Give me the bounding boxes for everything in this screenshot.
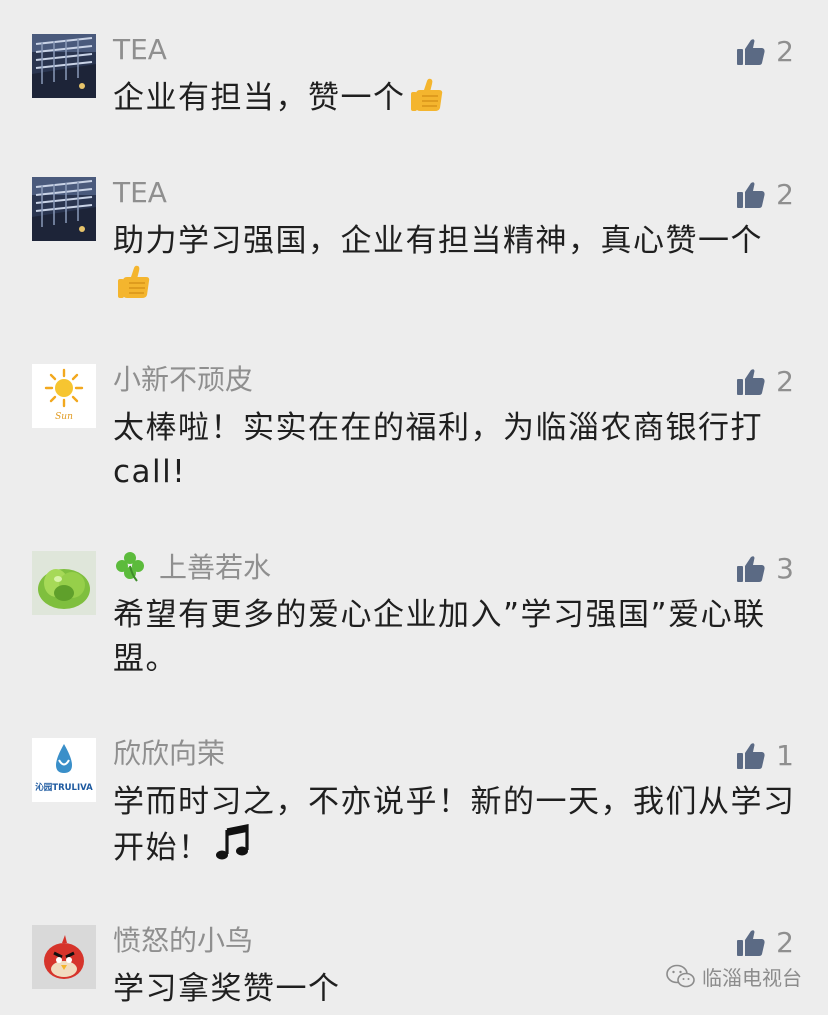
music-note-emoji — [213, 824, 253, 876]
thumbs-up-icon — [737, 182, 765, 208]
nickname: TEA — [113, 176, 167, 209]
like-button[interactable]: 2 — [736, 177, 794, 213]
like-count: 3 — [776, 552, 794, 585]
avatar[interactable] — [32, 551, 96, 615]
like-count: 2 — [776, 926, 794, 959]
nickname: 上善若水 — [159, 551, 272, 584]
avatar[interactable] — [32, 34, 96, 98]
comment-text: 太棒啦！实实在在的福利，为临淄农商银行打call! — [113, 410, 763, 490]
like-button[interactable]: 1 — [736, 738, 794, 774]
clover-icon — [113, 551, 147, 584]
thumbs-up-emoji — [408, 76, 446, 126]
like-count: 2 — [776, 178, 794, 211]
thumbs-up-icon — [737, 930, 765, 956]
nickname: TEA — [113, 33, 167, 66]
nickname: 愤怒的小鸟 — [113, 924, 254, 957]
nickname: 欣欣向荣 — [113, 737, 226, 770]
comment-text-container: 助力学习强国，企业有担当精神，真心赞一个 — [113, 219, 803, 313]
like-button[interactable]: 3 — [736, 551, 794, 587]
watermark: 临淄电视台 — [666, 962, 802, 991]
thumbs-up-icon — [737, 556, 765, 582]
nickname-container: 上善若水 — [113, 549, 271, 586]
comment-text: 希望有更多的爱心企业加入”学习强国”爱心联盟。 — [113, 597, 766, 677]
thumbs-up-icon — [737, 39, 765, 65]
avatar[interactable] — [32, 177, 96, 241]
comment-text-container: 学而时习之，不亦说乎！新的一天，我们从学习开始！ — [113, 780, 803, 876]
like-button[interactable]: 2 — [736, 925, 794, 961]
comment-text: 企业有担当，赞一个 — [113, 80, 406, 116]
watermark-text: 临淄电视台 — [702, 966, 802, 990]
thumbs-up-icon — [737, 743, 765, 769]
avatar-label: 沁园TRULIVA — [35, 782, 93, 793]
like-count: 2 — [776, 365, 794, 398]
wechat-icon — [666, 964, 695, 987]
avatar[interactable] — [32, 925, 96, 989]
thumbs-up-icon — [737, 369, 765, 395]
comment-text-container: 企业有担当，赞一个 — [113, 76, 803, 126]
like-button[interactable]: 2 — [736, 364, 794, 400]
nickname: 小新不顽皮 — [113, 363, 254, 396]
thumbs-up-emoji — [115, 263, 153, 313]
like-count: 2 — [776, 35, 794, 68]
comment-text: 助力学习强国，企业有担当精神，真心赞一个 — [113, 223, 763, 259]
like-count: 1 — [776, 739, 794, 772]
avatar-label: Sun — [55, 412, 73, 422]
avatar[interactable]: 沁园TRULIVA — [32, 738, 96, 802]
like-button[interactable]: 2 — [736, 34, 794, 70]
avatar[interactable]: Sun — [32, 364, 96, 428]
